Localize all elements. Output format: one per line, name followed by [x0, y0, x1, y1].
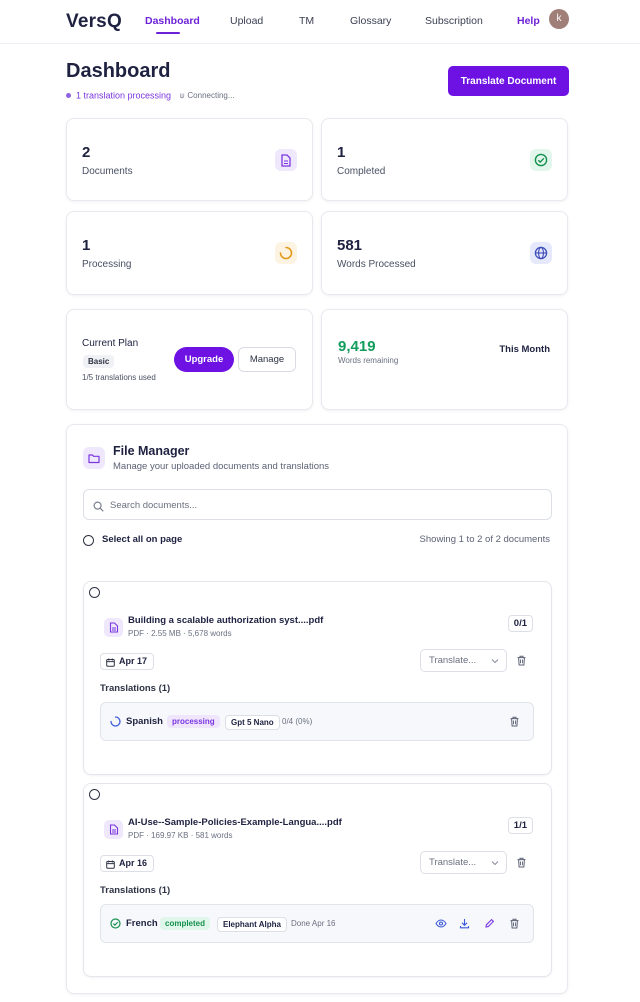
connection-status: ⍦ Connecting... — [180, 91, 235, 100]
chevron-down-icon — [491, 659, 499, 664]
eye-icon[interactable] — [435, 918, 447, 929]
document-date: Apr 17 — [119, 656, 148, 666]
connection-icon: ⍦ — [179, 90, 185, 100]
period-label: This Month — [499, 344, 550, 355]
file-manager-panel: File Manager Manage your uploaded docume… — [66, 424, 568, 994]
plan-usage: 1/5 translations used — [82, 373, 156, 382]
nav-glossary[interactable]: Glossary — [350, 15, 391, 27]
stat-card-completed: 1 Completed — [321, 118, 568, 201]
translation-count: 1/1 — [507, 817, 533, 834]
model-badge: Gpt 5 Nano — [225, 715, 280, 730]
translate-select-value: Translate... — [429, 857, 477, 868]
top-nav: VersQ Dashboard Upload TM Glossary Subsc… — [0, 0, 640, 44]
nav-upload[interactable]: Upload — [230, 15, 263, 27]
file-manager-subtitle: Manage your uploaded documents and trans… — [113, 461, 330, 472]
status-badge: completed — [160, 917, 211, 930]
avatar[interactable]: k — [549, 9, 569, 29]
translation-progress: 0/4 (0%) — [282, 717, 313, 726]
search-icon — [93, 499, 104, 517]
stat-value: 2 — [82, 144, 91, 161]
document-date: Apr 16 — [119, 858, 148, 868]
stat-card-documents: 2 Documents — [66, 118, 313, 201]
check-circle-icon — [110, 918, 121, 929]
search-input[interactable] — [110, 496, 540, 514]
nav-active-indicator — [156, 32, 180, 34]
select-all-checkbox[interactable] — [83, 535, 94, 546]
words-card: 9,419 Words remaining This Month — [321, 309, 568, 410]
folder-icon — [83, 447, 105, 469]
file-icon — [104, 618, 123, 637]
processing-status: 1 translation processing — [76, 90, 172, 101]
delete-document-icon[interactable] — [516, 655, 527, 666]
select-all-label[interactable]: Select all on page — [102, 534, 182, 545]
stat-value: 1 — [82, 237, 91, 254]
document-card: AI-Use--Sample-Policies-Example-Langua..… — [83, 783, 552, 977]
calendar-icon — [106, 657, 115, 672]
stat-value: 1 — [337, 144, 346, 161]
stat-value: 581 — [337, 237, 363, 254]
processing-dot — [66, 93, 71, 99]
file-icon — [104, 820, 123, 839]
calendar-icon — [106, 859, 115, 874]
upgrade-button[interactable]: Upgrade — [174, 347, 234, 372]
translate-document-button[interactable]: Translate Document — [448, 66, 569, 96]
delete-translation-icon[interactable] — [509, 918, 520, 929]
nav-subscription[interactable]: Subscription — [425, 15, 483, 27]
manage-button[interactable]: Manage — [238, 347, 296, 372]
document-meta: PDF · 169.97 KB · 581 words — [128, 831, 233, 840]
date-chip: Apr 16 — [100, 855, 155, 874]
translation-row: Spanish processing Gpt 5 Nano 0/4 (0%) — [100, 702, 534, 741]
translate-select-value: Translate... — [429, 655, 477, 666]
translations-heading: Translations (1) — [100, 683, 171, 694]
chevron-down-icon — [491, 861, 499, 866]
document-meta: PDF · 2.55 MB · 5,678 words — [128, 629, 232, 638]
status-badge: processing — [167, 715, 220, 728]
search-box — [83, 489, 552, 520]
translations-heading: Translations (1) — [100, 885, 171, 896]
plan-title: Current Plan — [82, 338, 139, 349]
document-checkbox[interactable] — [89, 789, 100, 800]
document-icon — [275, 149, 297, 171]
date-chip: Apr 17 — [100, 653, 155, 672]
stat-label: Documents — [82, 166, 133, 177]
stat-label: Processing — [82, 259, 132, 270]
model-badge: Elephant Alpha — [217, 917, 287, 932]
stat-card-words: 581 Words Processed — [321, 211, 568, 295]
nav-dashboard[interactable]: Dashboard — [145, 15, 200, 27]
translation-language: Spanish — [126, 716, 163, 727]
spinner-icon — [110, 716, 121, 727]
translation-count: 0/1 — [507, 615, 533, 632]
pagination-summary: Showing 1 to 2 of 2 documents — [419, 534, 550, 545]
spinner-icon — [275, 242, 297, 264]
translate-select[interactable]: Translate... — [420, 851, 507, 874]
stat-label: Words Processed — [337, 259, 416, 270]
nav-tm[interactable]: TM — [299, 15, 314, 27]
delete-translation-icon[interactable] — [509, 716, 520, 727]
plan-tier-badge: Basic — [83, 355, 115, 368]
document-name[interactable]: Building a scalable authorization syst..… — [128, 615, 323, 626]
words-remaining-label: Words remaining — [338, 356, 399, 365]
connection-status-text: Connecting... — [187, 90, 235, 100]
brand-logo[interactable]: VersQ — [66, 11, 122, 33]
translate-select[interactable]: Translate... — [420, 649, 507, 672]
check-circle-icon — [530, 149, 552, 171]
page-title: Dashboard — [66, 60, 171, 82]
plan-card: Current Plan Basic 1/5 translations used… — [66, 309, 313, 410]
words-remaining-value: 9,419 — [338, 338, 376, 355]
file-manager-title: File Manager — [113, 444, 190, 458]
translation-language: French — [126, 918, 158, 929]
document-name[interactable]: AI-Use--Sample-Policies-Example-Langua..… — [128, 817, 342, 828]
delete-document-icon[interactable] — [516, 857, 527, 868]
globe-icon — [530, 242, 552, 264]
document-card: Building a scalable authorization syst..… — [83, 581, 552, 775]
status-line: 1 translation processing ⍦ Connecting... — [66, 90, 235, 101]
stat-card-processing: 1 Processing — [66, 211, 313, 295]
translation-row: French completed Elephant Alpha Done Apr… — [100, 904, 534, 943]
edit-icon[interactable] — [484, 918, 495, 929]
stat-label: Completed — [337, 166, 386, 177]
document-checkbox[interactable] — [89, 587, 100, 598]
download-icon[interactable] — [459, 918, 470, 929]
nav-help[interactable]: Help — [517, 15, 540, 27]
translation-done-date: Done Apr 16 — [291, 919, 336, 928]
